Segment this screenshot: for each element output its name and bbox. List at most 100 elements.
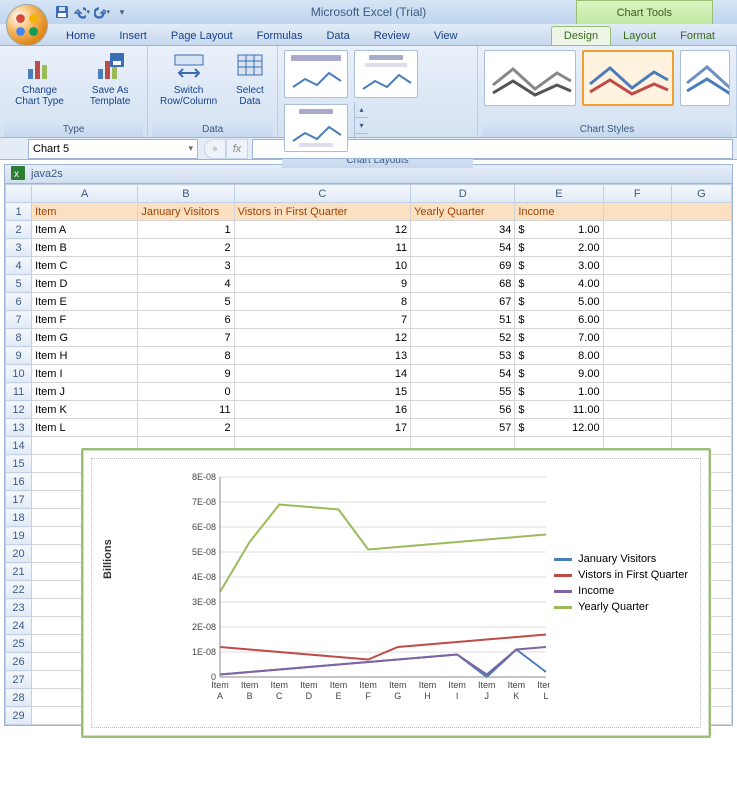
cell-D4[interactable]: 69 [411, 257, 515, 275]
cell-A10[interactable]: Item I [32, 365, 138, 383]
cell-A9[interactable]: Item H [32, 347, 138, 365]
cell-F10[interactable] [603, 365, 671, 383]
cell-F9[interactable] [603, 347, 671, 365]
cell-C8[interactable]: 12 [234, 329, 410, 347]
row-header-9[interactable]: 9 [6, 347, 32, 365]
cell-G5[interactable] [671, 275, 731, 293]
save-as-template-button[interactable]: Save As Template [77, 48, 143, 110]
row-header-1[interactable]: 1 [6, 203, 32, 221]
cell-D2[interactable]: 34 [411, 221, 515, 239]
row-header-7[interactable]: 7 [6, 311, 32, 329]
legend-item[interactable]: Income [554, 585, 688, 597]
cell-G2[interactable] [671, 221, 731, 239]
cell-G12[interactable] [671, 401, 731, 419]
embedded-chart[interactable]: Billions 01E-082E-083E-084E-085E-086E-08… [81, 448, 711, 738]
cell-E8[interactable]: $7.00 [515, 329, 603, 347]
cell-D12[interactable]: 56 [411, 401, 515, 419]
cell-D1[interactable]: Yearly Quarter [411, 203, 515, 221]
cell-A6[interactable]: Item E [32, 293, 138, 311]
tab-layout[interactable]: Layout [611, 27, 668, 45]
row-header-12[interactable]: 12 [6, 401, 32, 419]
cell-A1[interactable]: Item [32, 203, 138, 221]
cell-D5[interactable]: 68 [411, 275, 515, 293]
row-header-18[interactable]: 18 [6, 509, 32, 527]
cell-D3[interactable]: 54 [411, 239, 515, 257]
cell-G10[interactable] [671, 365, 731, 383]
save-icon[interactable] [54, 4, 70, 20]
cell-C3[interactable]: 11 [234, 239, 410, 257]
tab-page-layout[interactable]: Page Layout [159, 27, 245, 45]
cell-C9[interactable]: 13 [234, 347, 410, 365]
row-header-20[interactable]: 20 [6, 545, 32, 563]
undo-icon[interactable]: ▾ [74, 4, 90, 20]
tab-view[interactable]: View [422, 27, 470, 45]
cell-A2[interactable]: Item A [32, 221, 138, 239]
cell-A3[interactable]: Item B [32, 239, 138, 257]
cell-D7[interactable]: 51 [411, 311, 515, 329]
col-header-G[interactable]: G [671, 185, 731, 203]
row-header-29[interactable]: 29 [6, 707, 32, 725]
col-header-A[interactable]: A [32, 185, 138, 203]
cell-E13[interactable]: $12.00 [515, 419, 603, 437]
cell-F7[interactable] [603, 311, 671, 329]
cell-A7[interactable]: Item F [32, 311, 138, 329]
cell-B3[interactable]: 2 [138, 239, 234, 257]
cell-F2[interactable] [603, 221, 671, 239]
cell-E11[interactable]: $1.00 [515, 383, 603, 401]
cell-D10[interactable]: 54 [411, 365, 515, 383]
tab-formulas[interactable]: Formulas [245, 27, 315, 45]
cell-C6[interactable]: 8 [234, 293, 410, 311]
row-header-8[interactable]: 8 [6, 329, 32, 347]
switch-row-column-button[interactable]: Switch Row/Column [152, 48, 225, 110]
cell-A11[interactable]: Item J [32, 383, 138, 401]
cell-C7[interactable]: 7 [234, 311, 410, 329]
cell-E7[interactable]: $6.00 [515, 311, 603, 329]
redo-icon[interactable]: ▾ [94, 4, 110, 20]
worksheet-grid[interactable]: ABCDEFG1ItemJanuary VisitorsVistors in F… [4, 184, 733, 726]
cell-G3[interactable] [671, 239, 731, 257]
cell-B10[interactable]: 9 [138, 365, 234, 383]
cell-C11[interactable]: 15 [234, 383, 410, 401]
cell-B9[interactable]: 8 [138, 347, 234, 365]
cell-D11[interactable]: 55 [411, 383, 515, 401]
cell-B1[interactable]: January Visitors [138, 203, 234, 221]
chart-layout-3[interactable] [284, 104, 348, 152]
cell-E5[interactable]: $4.00 [515, 275, 603, 293]
tab-data[interactable]: Data [314, 27, 361, 45]
row-header-11[interactable]: 11 [6, 383, 32, 401]
cell-B8[interactable]: 7 [138, 329, 234, 347]
cell-F3[interactable] [603, 239, 671, 257]
chart-style-2[interactable] [582, 50, 674, 106]
cell-C5[interactable]: 9 [234, 275, 410, 293]
fx-button[interactable]: fx [226, 139, 248, 159]
cell-G6[interactable] [671, 293, 731, 311]
row-header-25[interactable]: 25 [6, 635, 32, 653]
cell-D13[interactable]: 57 [411, 419, 515, 437]
cell-F4[interactable] [603, 257, 671, 275]
cell-A13[interactable]: Item L [32, 419, 138, 437]
chart-style-3[interactable] [680, 50, 730, 106]
cell-G11[interactable] [671, 383, 731, 401]
cell-E10[interactable]: $9.00 [515, 365, 603, 383]
cell-F12[interactable] [603, 401, 671, 419]
row-header-28[interactable]: 28 [6, 689, 32, 707]
cell-B6[interactable]: 5 [138, 293, 234, 311]
cell-F8[interactable] [603, 329, 671, 347]
tab-insert[interactable]: Insert [107, 27, 159, 45]
cell-E6[interactable]: $5.00 [515, 293, 603, 311]
row-header-24[interactable]: 24 [6, 617, 32, 635]
cell-A12[interactable]: Item K [32, 401, 138, 419]
row-header-2[interactable]: 2 [6, 221, 32, 239]
cell-G8[interactable] [671, 329, 731, 347]
cell-B2[interactable]: 1 [138, 221, 234, 239]
tab-review[interactable]: Review [362, 27, 422, 45]
cell-C1[interactable]: Vistors in First Quarter [234, 203, 410, 221]
chart-style-1[interactable] [484, 50, 576, 106]
legend-item[interactable]: January Visitors [554, 553, 688, 565]
cell-B12[interactable]: 11 [138, 401, 234, 419]
cell-E9[interactable]: $8.00 [515, 347, 603, 365]
row-header-14[interactable]: 14 [6, 437, 32, 455]
cell-B5[interactable]: 4 [138, 275, 234, 293]
chart-layout-2[interactable] [354, 50, 418, 98]
cell-D9[interactable]: 53 [411, 347, 515, 365]
